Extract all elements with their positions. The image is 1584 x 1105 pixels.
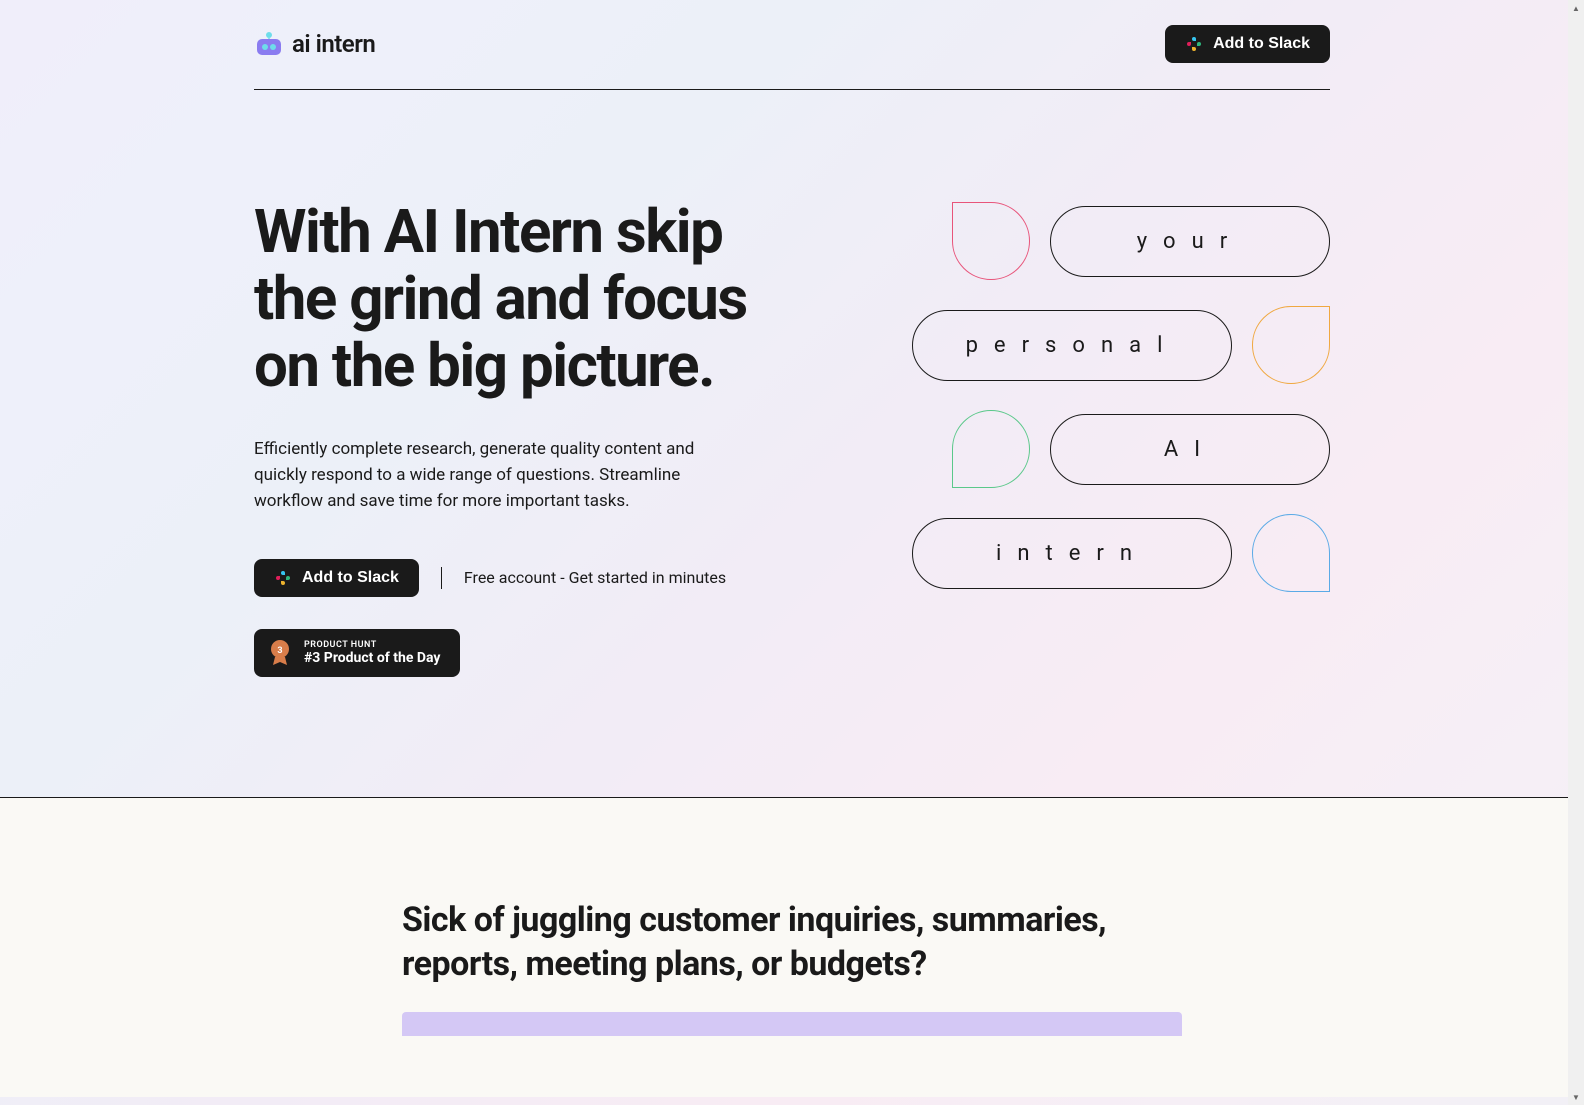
add-to-slack-button-hero[interactable]: Add to Slack (254, 559, 419, 597)
button-label: Add to Slack (302, 569, 399, 587)
pill-row-4: intern (912, 514, 1330, 592)
robot-logo-icon (254, 29, 284, 59)
pill-personal: personal (912, 310, 1232, 381)
section-2-title: Sick of juggling customer inquiries, sum… (402, 898, 1182, 986)
logo-text: ai intern (292, 30, 375, 58)
logo[interactable]: ai intern (254, 29, 375, 59)
hero-content: With AI Intern skip the grind and focus … (254, 198, 772, 677)
scrollbar-up-icon[interactable]: ▲ (1568, 0, 1584, 16)
button-label: Add to Slack (1213, 35, 1310, 53)
hero-section: With AI Intern skip the grind and focus … (254, 90, 1330, 797)
ph-title: #3 Product of the Day (304, 650, 440, 666)
add-to-slack-button-header[interactable]: Add to Slack (1165, 25, 1330, 63)
scrollbar[interactable]: ▲ ▼ (1568, 0, 1584, 1105)
pill-intern: intern (912, 518, 1232, 589)
pill-ai: AI (1050, 414, 1330, 485)
pill-your: your (1050, 206, 1330, 277)
ph-text: PRODUCT HUNT #3 Product of the Day (304, 640, 440, 666)
section-2: Sick of juggling customer inquiries, sum… (0, 797, 1584, 1097)
divider (441, 567, 442, 589)
pill-row-1: your (952, 202, 1330, 280)
pill-row-2: personal (912, 306, 1330, 384)
ph-label: PRODUCT HUNT (304, 640, 440, 650)
leaf-shape-pink (952, 202, 1030, 280)
slack-icon (1185, 35, 1203, 53)
content-preview-box (402, 1012, 1182, 1036)
leaf-shape-blue (1252, 514, 1330, 592)
free-account-text: Free account - Get started in minutes (464, 568, 726, 587)
hero-title: With AI Intern skip the grind and focus … (254, 198, 772, 400)
svg-text:3: 3 (277, 646, 282, 656)
product-hunt-badge[interactable]: 3 PRODUCT HUNT #3 Product of the Day (254, 629, 460, 677)
hero-subtitle: Efficiently complete research, generate … (254, 436, 734, 515)
medal-icon: 3 (268, 639, 292, 667)
header: ai intern Add to Slack (254, 0, 1330, 90)
pill-row-3: AI (952, 410, 1330, 488)
leaf-shape-orange (1252, 306, 1330, 384)
leaf-shape-green (952, 410, 1030, 488)
hero-illustration: your personal AI intern (812, 198, 1330, 677)
slack-icon (274, 569, 292, 587)
cta-row: Add to Slack Free account - Get started … (254, 559, 772, 597)
scrollbar-down-icon[interactable]: ▼ (1568, 1089, 1584, 1105)
